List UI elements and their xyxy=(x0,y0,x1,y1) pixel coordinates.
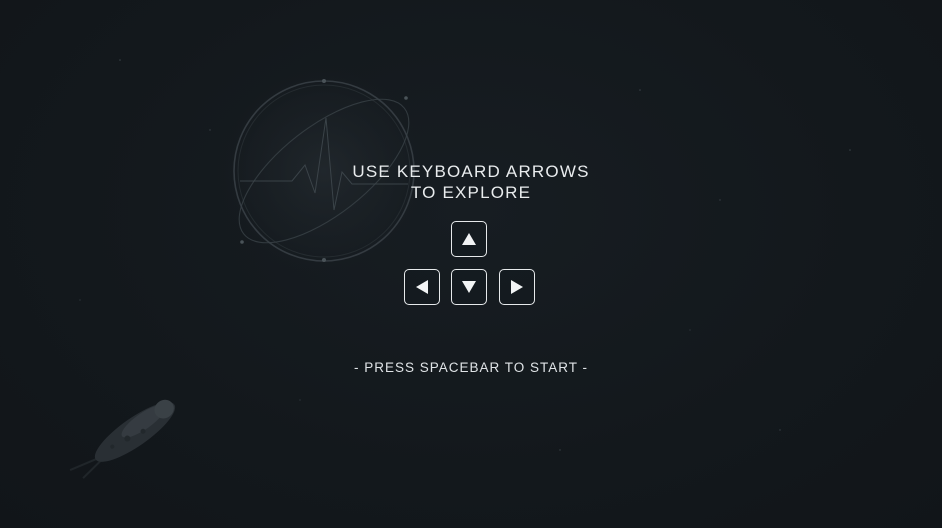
arrow-right-key[interactable] xyxy=(499,269,535,305)
instructions-line-1: USE KEYBOARD ARROWS xyxy=(352,162,590,181)
instructions-line-2: TO EXPLORE xyxy=(410,183,532,202)
arrow-left-icon xyxy=(416,280,428,294)
asteroid-ship-icon xyxy=(69,399,176,479)
instructions-text: USE KEYBOARD ARROWS TO EXPLORE xyxy=(0,161,942,203)
arrow-right-icon xyxy=(511,280,523,294)
arrow-down-key[interactable] xyxy=(451,269,487,305)
game-stage[interactable]: USE KEYBOARD ARROWS TO EXPLORE - PRESS S… xyxy=(0,0,942,528)
arrow-down-icon xyxy=(462,281,476,293)
arrow-up-key[interactable] xyxy=(451,221,487,257)
background-art xyxy=(69,59,851,479)
arrow-left-key[interactable] xyxy=(404,269,440,305)
start-prompt: - PRESS SPACEBAR TO START - xyxy=(353,360,589,375)
arrow-up-icon xyxy=(462,233,476,245)
